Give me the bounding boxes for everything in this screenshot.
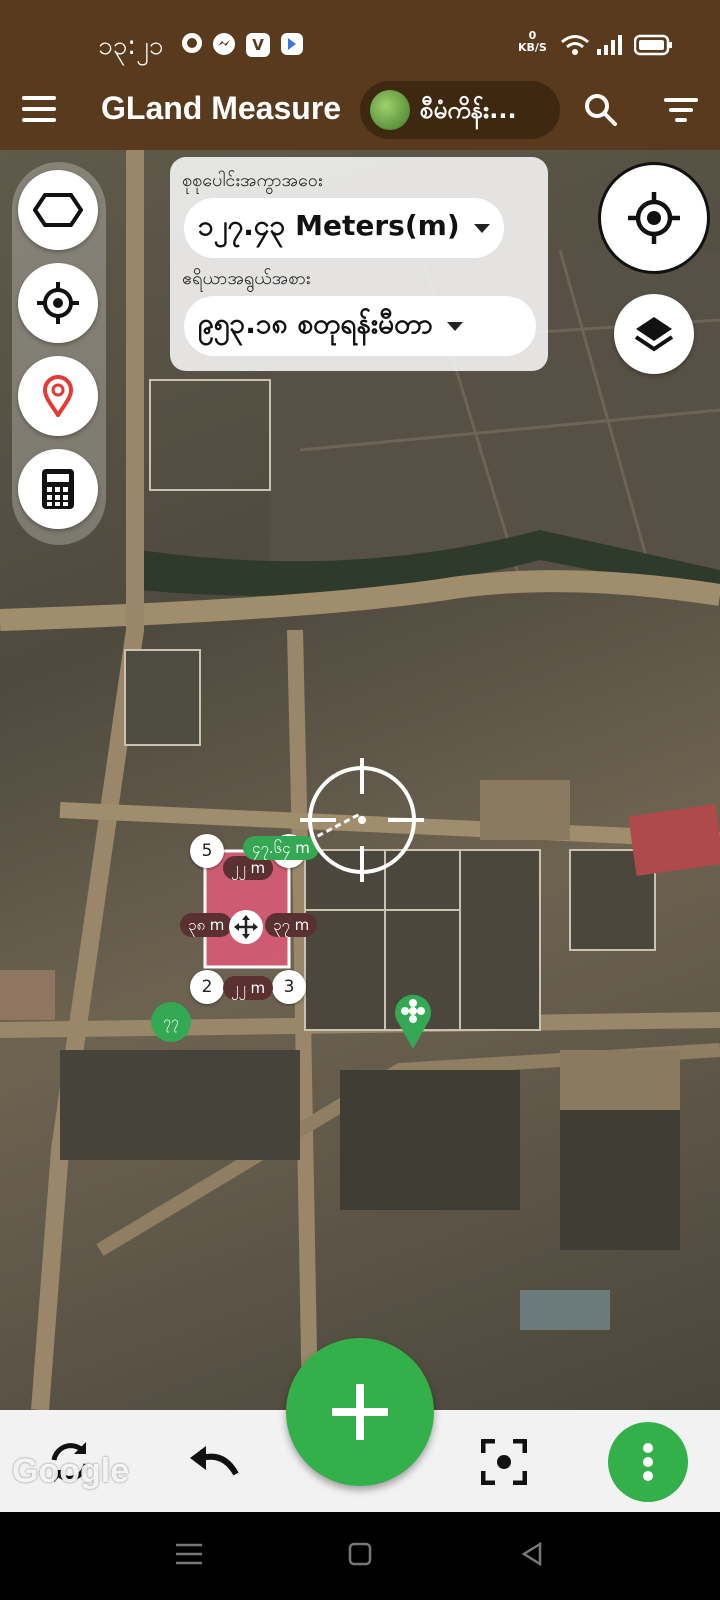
more-options-button[interactable] <box>608 1422 688 1502</box>
app-bar: GLand Measure စီမံကိန်း... <box>0 70 720 150</box>
project-name: စီမံကိန်း... <box>420 96 517 124</box>
vertex-2[interactable]: 2 <box>190 970 224 1004</box>
area-value: ၉၅၃.၁၈ စတုရန်းမီတာ <box>198 307 433 340</box>
recent-apps-icon[interactable] <box>176 1542 202 1566</box>
back-icon[interactable] <box>520 1542 544 1566</box>
focus-icon[interactable] <box>476 1434 532 1490</box>
filter-icon[interactable] <box>664 98 698 124</box>
area-badge[interactable]: ၇၇ <box>151 1002 191 1042</box>
more-vertical-icon <box>643 1443 653 1481</box>
vertex-3[interactable]: 3 <box>272 970 306 1004</box>
my-location-icon <box>628 192 680 244</box>
signal-icon <box>597 35 622 55</box>
add-point-icon <box>332 1384 388 1440</box>
location-pin-icon[interactable] <box>18 356 98 436</box>
map-tools-panel <box>12 162 106 545</box>
chevron-down-icon <box>446 321 463 331</box>
wallet-icon <box>281 33 303 55</box>
chat-bubble-icon <box>182 33 202 53</box>
search-icon[interactable] <box>583 92 619 128</box>
area-label: ဧရိယာအရွယ်အစား <box>182 268 311 289</box>
edge-length-bottom: ၂၂ m <box>223 976 274 1000</box>
measurement-panel: စုစုပေါင်းအကွာအဝေး ၁၂၇.၄၃ Meters(m) ဧရိယ… <box>170 157 548 371</box>
status-time: ၁၃:၂၁ <box>98 31 164 61</box>
viber-icon: V <box>246 33 270 57</box>
perimeter-unit-dropdown[interactable]: ၁၂၇.၄၃ Meters(m) <box>184 198 504 258</box>
undo-icon[interactable] <box>186 1434 242 1490</box>
calculator-icon[interactable] <box>18 449 98 529</box>
perimeter-value: ၁၂၇.၄၃ Meters(m) <box>198 209 460 242</box>
polygon-shape-icon[interactable] <box>18 170 98 250</box>
add-point-button[interactable] <box>286 1338 434 1486</box>
project-selector[interactable]: စီမံကိန်း... <box>360 81 560 139</box>
hamburger-menu-icon[interactable] <box>22 96 56 124</box>
edge-length-right: ၃၇ m <box>265 913 318 937</box>
move-polygon-icon[interactable] <box>229 910 263 944</box>
area-unit-dropdown[interactable]: ၉၅၃.၁၈ စတုရန်းမီတာ <box>184 296 536 356</box>
vertex-5[interactable]: 5 <box>190 834 224 868</box>
google-attribution: Google <box>12 1452 130 1490</box>
map-marker-icon[interactable] <box>393 992 433 1050</box>
system-navigation-bar <box>0 1512 720 1600</box>
layers-icon <box>634 317 674 352</box>
chevron-down-icon <box>473 223 490 233</box>
battery-icon <box>634 34 672 56</box>
home-icon[interactable] <box>348 1542 372 1566</box>
project-thumbnail <box>370 90 410 130</box>
edge-length-left: ၃၈ m <box>180 913 233 937</box>
network-speed: 0 KB/S <box>518 29 547 54</box>
my-location-button[interactable] <box>598 162 710 274</box>
map-layers-button[interactable] <box>614 294 694 374</box>
gps-target-icon[interactable] <box>18 263 98 343</box>
messenger-icon <box>213 33 235 55</box>
crosshair-icon <box>300 758 424 882</box>
wifi-icon <box>561 35 589 55</box>
perimeter-label: စုစုပေါင်းအကွာအဝေး <box>182 170 323 191</box>
app-title: GLand Measure <box>101 90 342 126</box>
status-bar: ၁၃:၂၁ V 0 KB/S <box>0 0 720 70</box>
